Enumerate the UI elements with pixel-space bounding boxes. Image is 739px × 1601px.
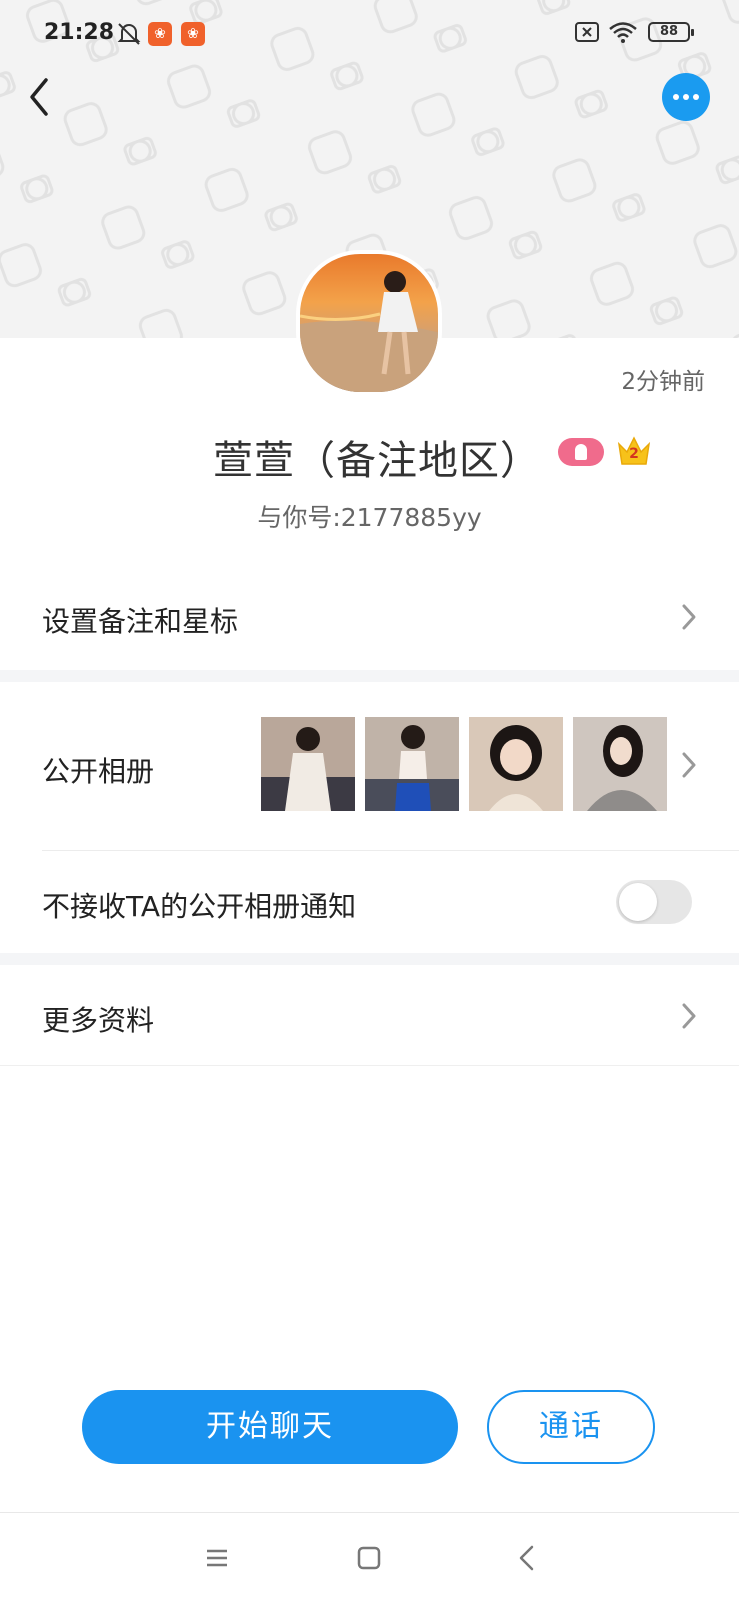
album-photo[interactable] — [469, 717, 563, 811]
section-divider — [0, 953, 739, 965]
more-button[interactable] — [662, 73, 710, 121]
female-tag-icon — [558, 438, 604, 466]
more-info-row[interactable]: 更多资料 — [0, 965, 739, 1065]
system-nav-bar — [0, 1512, 739, 1601]
album-label: 公开相册 — [42, 755, 155, 788]
bell-off-icon — [117, 23, 141, 45]
back-triangle-icon[interactable] — [512, 1543, 542, 1573]
toggle-knob — [619, 883, 657, 921]
wifi-icon — [609, 22, 637, 43]
last-seen: 2分钟前 — [621, 369, 705, 395]
home-square-icon[interactable] — [354, 1543, 384, 1573]
status-time: 21:28 — [44, 20, 115, 45]
battery-icon: 88 — [648, 22, 694, 42]
album-notify-label: 不接收TA的公开相册通知 — [42, 890, 357, 923]
account-id: 与你号:2177885yy — [257, 503, 482, 532]
crown-level: 2 — [629, 446, 639, 462]
sim-x-icon — [575, 22, 599, 42]
start-chat-button[interactable]: 开始聊天 — [82, 1390, 458, 1464]
crown-level-icon: 2 — [616, 434, 652, 468]
status-bar: 21:28 ❀ ❀ 88 — [0, 0, 739, 66]
album-photo[interactable] — [261, 717, 355, 811]
avatar[interactable] — [296, 250, 442, 396]
menu-icon[interactable] — [202, 1543, 232, 1573]
back-button[interactable] — [22, 74, 56, 120]
album-notify-toggle[interactable] — [616, 880, 692, 924]
chevron-right-icon — [682, 752, 696, 778]
call-button[interactable]: 通话 — [487, 1390, 655, 1464]
more-dots-icon — [673, 94, 679, 100]
remark-label: 设置备注和星标 — [42, 605, 239, 638]
name-row: 萱萱（备注地区） 2 — [0, 428, 739, 484]
album-photo[interactable] — [365, 717, 459, 811]
chevron-right-icon — [682, 604, 696, 630]
app-badge-icon: ❀ — [148, 22, 172, 46]
app-badge-icon: ❀ — [181, 22, 205, 46]
section-divider — [0, 670, 739, 682]
more-info-label: 更多资料 — [42, 1004, 155, 1037]
profile-name: 萱萱（备注地区） — [213, 438, 541, 484]
album-photo[interactable] — [573, 717, 667, 811]
avatar-photo — [300, 271, 438, 392]
remark-row[interactable]: 设置备注和星标 — [0, 560, 739, 670]
row-divider — [0, 1065, 739, 1066]
chevron-right-icon — [682, 1003, 696, 1029]
